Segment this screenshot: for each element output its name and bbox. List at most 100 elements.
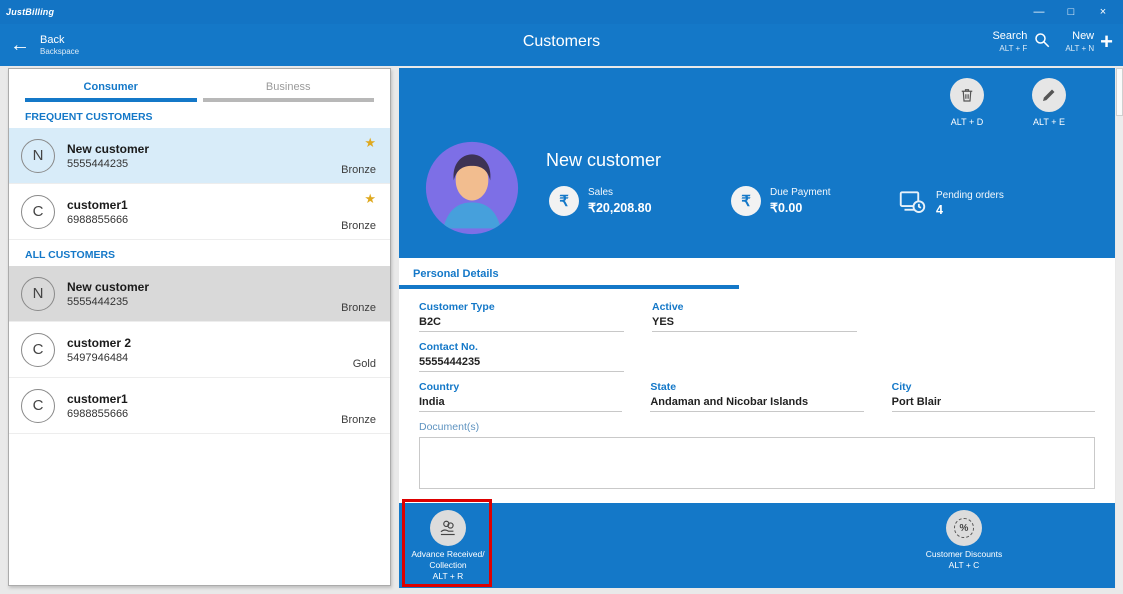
cash-collection-icon [430,510,466,546]
content-area: Consumer Business FREQUENT CUSTOMERS N N… [0,66,1123,594]
customer-row[interactable]: N New customer 5555444235 ★ Bronze [9,128,390,184]
stat-value: ₹0.00 [770,200,831,215]
section-title-all: ALL CUSTOMERS [9,240,390,266]
new-label: New [1072,30,1094,44]
documents-dropzone[interactable] [419,437,1095,489]
customer-tier: Gold [353,358,376,370]
scrollbar-thumb[interactable] [1116,68,1123,116]
search-shortcut: ALT + F [999,44,1027,54]
avatar: C [21,333,55,367]
field-state: State Andaman and Nicobar Islands [650,381,863,412]
pencil-icon [1032,78,1066,112]
stat-label: Sales [588,187,652,198]
list-tabs: Consumer Business [9,69,390,102]
customer-row[interactable]: N New customer 5555444235 Bronze [9,266,390,322]
customer-name: customer 2 [67,336,353,350]
close-icon[interactable]: × [1089,2,1117,22]
field-value[interactable]: B2C [419,313,624,332]
customer-phone: 5555444235 [67,158,341,170]
tab-personal-details[interactable]: Personal Details [399,258,739,289]
new-button[interactable]: New ALT + N + [1065,27,1113,57]
customer-list-panel: Consumer Business FREQUENT CUSTOMERS N N… [8,68,391,586]
detail-header: New customer ₹ Sales ₹20,208.80 ₹ Due Pa… [399,68,1115,258]
customer-name: New customer [67,280,341,294]
tab-consumer[interactable]: Consumer [25,75,197,102]
customer-avatar-image [424,140,520,236]
stat-pending-orders: Pending orders 4 [897,186,1004,221]
section-title-frequent: FREQUENT CUSTOMERS [9,102,390,128]
percent-icon: % [946,510,982,546]
titlebar: JustBilling — □ × [0,0,1123,24]
minimize-icon[interactable]: — [1025,2,1053,22]
trash-icon [950,78,984,112]
stat-due-payment: ₹ Due Payment ₹0.00 [731,186,831,216]
field-value[interactable]: YES [652,313,857,332]
rupee-icon: ₹ [731,186,761,216]
customer-name: customer1 [67,392,341,406]
customer-tier: Bronze [341,220,376,232]
customer-name: customer1 [67,198,341,212]
discounts-label: Customer Discounts [904,549,1024,560]
avatar: N [21,277,55,311]
field-value[interactable]: Andaman and Nicobar Islands [650,393,863,412]
customer-detail-panel: New customer ₹ Sales ₹20,208.80 ₹ Due Pa… [399,68,1115,588]
field-city: City Port Blair [892,381,1095,412]
plus-icon: + [1100,27,1113,57]
customer-tier: Bronze [341,164,376,176]
edit-customer-button[interactable]: ALT + E [1021,78,1077,127]
field-country: Country India [419,381,622,412]
stat-sales: ₹ Sales ₹20,208.80 [549,186,652,216]
field-value[interactable]: Port Blair [892,393,1095,412]
advance-label-line1: Advance Received/ [407,549,489,560]
app-window: JustBilling — □ × ← Back Backspace Custo… [0,0,1123,594]
maximize-icon[interactable]: □ [1057,2,1085,22]
field-contact-no: Contact No. 5555444235 [419,341,624,372]
app-logo: JustBilling [6,7,54,17]
customer-row[interactable]: C customer1 6988855666 Bronze [9,378,390,434]
tab-business[interactable]: Business [203,75,375,102]
field-label: Contact No. [419,341,624,353]
field-label: Active [652,301,857,313]
field-label: Customer Type [419,301,624,313]
customer-row[interactable]: C customer 2 5497946484 Gold [9,322,390,378]
field-value[interactable]: 5555444235 [419,353,624,372]
new-shortcut: ALT + N [1065,44,1094,54]
field-active: Active YES [652,301,857,332]
delete-customer-button[interactable]: ALT + D [939,78,995,127]
detail-footer: Advance Received/ Collection ALT + R % C… [399,503,1115,588]
advance-received-button[interactable]: Advance Received/ Collection ALT + R [407,510,489,582]
delete-shortcut: ALT + D [939,117,995,127]
discounts-shortcut: ALT + C [904,560,1024,571]
customer-phone: 6988855666 [67,408,341,420]
customer-discounts-button[interactable]: % Customer Discounts ALT + C [904,510,1024,571]
field-label: Country [419,381,622,393]
customer-name: New customer [67,142,341,156]
stat-value: 4 [936,203,1004,217]
star-icon: ★ [364,136,376,149]
avatar: N [21,139,55,173]
rupee-icon: ₹ [549,186,579,216]
documents-label: Document(s) [419,421,1095,433]
edit-shortcut: ALT + E [1021,117,1077,127]
field-value[interactable]: India [419,393,622,412]
customer-row[interactable]: C customer1 6988855666 ★ Bronze [9,184,390,240]
stat-label: Pending orders [936,190,1004,201]
search-button[interactable]: Search ALT + F [992,30,1051,54]
avatar: C [21,389,55,423]
field-label: City [892,381,1095,393]
window-controls: — □ × [1025,2,1117,22]
stat-label: Due Payment [770,187,831,198]
field-label: State [650,381,863,393]
customer-tier: Bronze [341,302,376,314]
advance-label-line2: Collection [407,560,489,571]
field-customer-type: Customer Type B2C [419,301,624,332]
stat-value: ₹20,208.80 [588,200,652,215]
customer-phone: 6988855666 [67,214,341,226]
advance-shortcut: ALT + R [407,571,489,582]
detail-customer-name: New customer [546,150,661,171]
personal-details-section: Personal Details Customer Type B2C Activ… [399,258,1115,503]
avatar: C [21,195,55,229]
search-label: Search [992,30,1027,44]
vertical-scrollbar[interactable] [1116,68,1123,590]
customer-tier: Bronze [341,414,376,426]
